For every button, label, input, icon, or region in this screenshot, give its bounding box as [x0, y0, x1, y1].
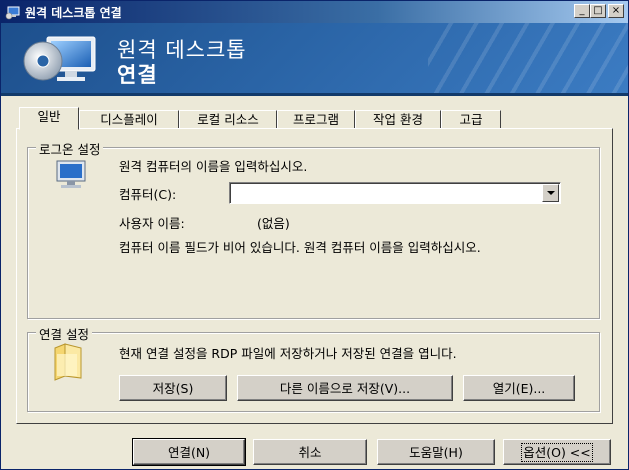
minimize-button[interactable]: _ — [574, 4, 590, 18]
window-title: 원격 데스크톱 연결 — [25, 6, 122, 20]
tab-advanced[interactable]: 고급 — [441, 110, 501, 129]
banner-divider — [1, 93, 628, 96]
cancel-button[interactable]: 취소 — [253, 439, 367, 465]
maximize-button[interactable]: □ — [590, 4, 606, 18]
close-button[interactable]: × — [608, 4, 624, 18]
remote-desktop-logo-icon — [23, 36, 96, 81]
tab-local-resources[interactable]: 로컬 리소스 — [179, 110, 277, 129]
user-name-value: (없음) — [257, 216, 290, 231]
logon-hint: 컴퓨터 이름 필드가 비어 있습니다. 원격 컴퓨터 이름을 입력하십시오. — [119, 240, 481, 255]
logon-settings-group: 로그온 설정 — [27, 139, 600, 319]
remote-desktop-window: 원격 데스크톱 연결 _ □ × 원격 데스크톱 연결 일반 디스플레이 로컬 … — [0, 0, 629, 470]
chevron-down-icon[interactable] — [542, 184, 559, 202]
maximize-icon: □ — [593, 5, 603, 16]
save-as-button[interactable]: 다른 이름으로 저장(V)... — [237, 375, 453, 401]
tab-display[interactable]: 디스플레이 — [79, 110, 179, 129]
connect-button[interactable]: 연결(N) — [132, 438, 246, 466]
connection-settings-legend: 연결 설정 — [36, 324, 92, 343]
user-name-label: 사용자 이름: — [119, 216, 185, 231]
tab-experience[interactable]: 작업 환경 — [355, 110, 441, 129]
logon-instruction: 원격 컴퓨터의 이름을 입력하십시오. — [119, 159, 308, 174]
computer-icon — [56, 160, 86, 188]
tab-general[interactable]: 일반 — [19, 107, 79, 130]
folder-icon — [54, 343, 82, 381]
banner: 원격 데스크톱 연결 — [1, 23, 628, 96]
open-button[interactable]: 열기(E)... — [463, 375, 575, 401]
connection-description: 현재 연결 설정을 RDP 파일에 저장하거나 저장된 연결을 엽니다. — [119, 346, 457, 361]
banner-title-line2: 연결 — [117, 63, 158, 87]
logon-settings-legend: 로그온 설정 — [36, 139, 104, 158]
computer-combobox[interactable] — [229, 182, 561, 204]
help-button[interactable]: 도움말(H) — [377, 439, 495, 465]
remote-desktop-app-icon — [5, 6, 20, 20]
save-button[interactable]: 저장(S) — [119, 375, 227, 401]
banner-stripe-decoration — [428, 23, 628, 96]
options-button[interactable]: 옵션(O) << — [503, 439, 611, 465]
minimize-icon: _ — [579, 5, 585, 16]
close-icon: × — [611, 5, 621, 16]
tab-programs[interactable]: 프로그램 — [277, 110, 355, 129]
computer-label: 컴퓨터(C): — [119, 187, 177, 202]
title-bar[interactable]: 원격 데스크톱 연결 _ □ × — [1, 1, 628, 23]
